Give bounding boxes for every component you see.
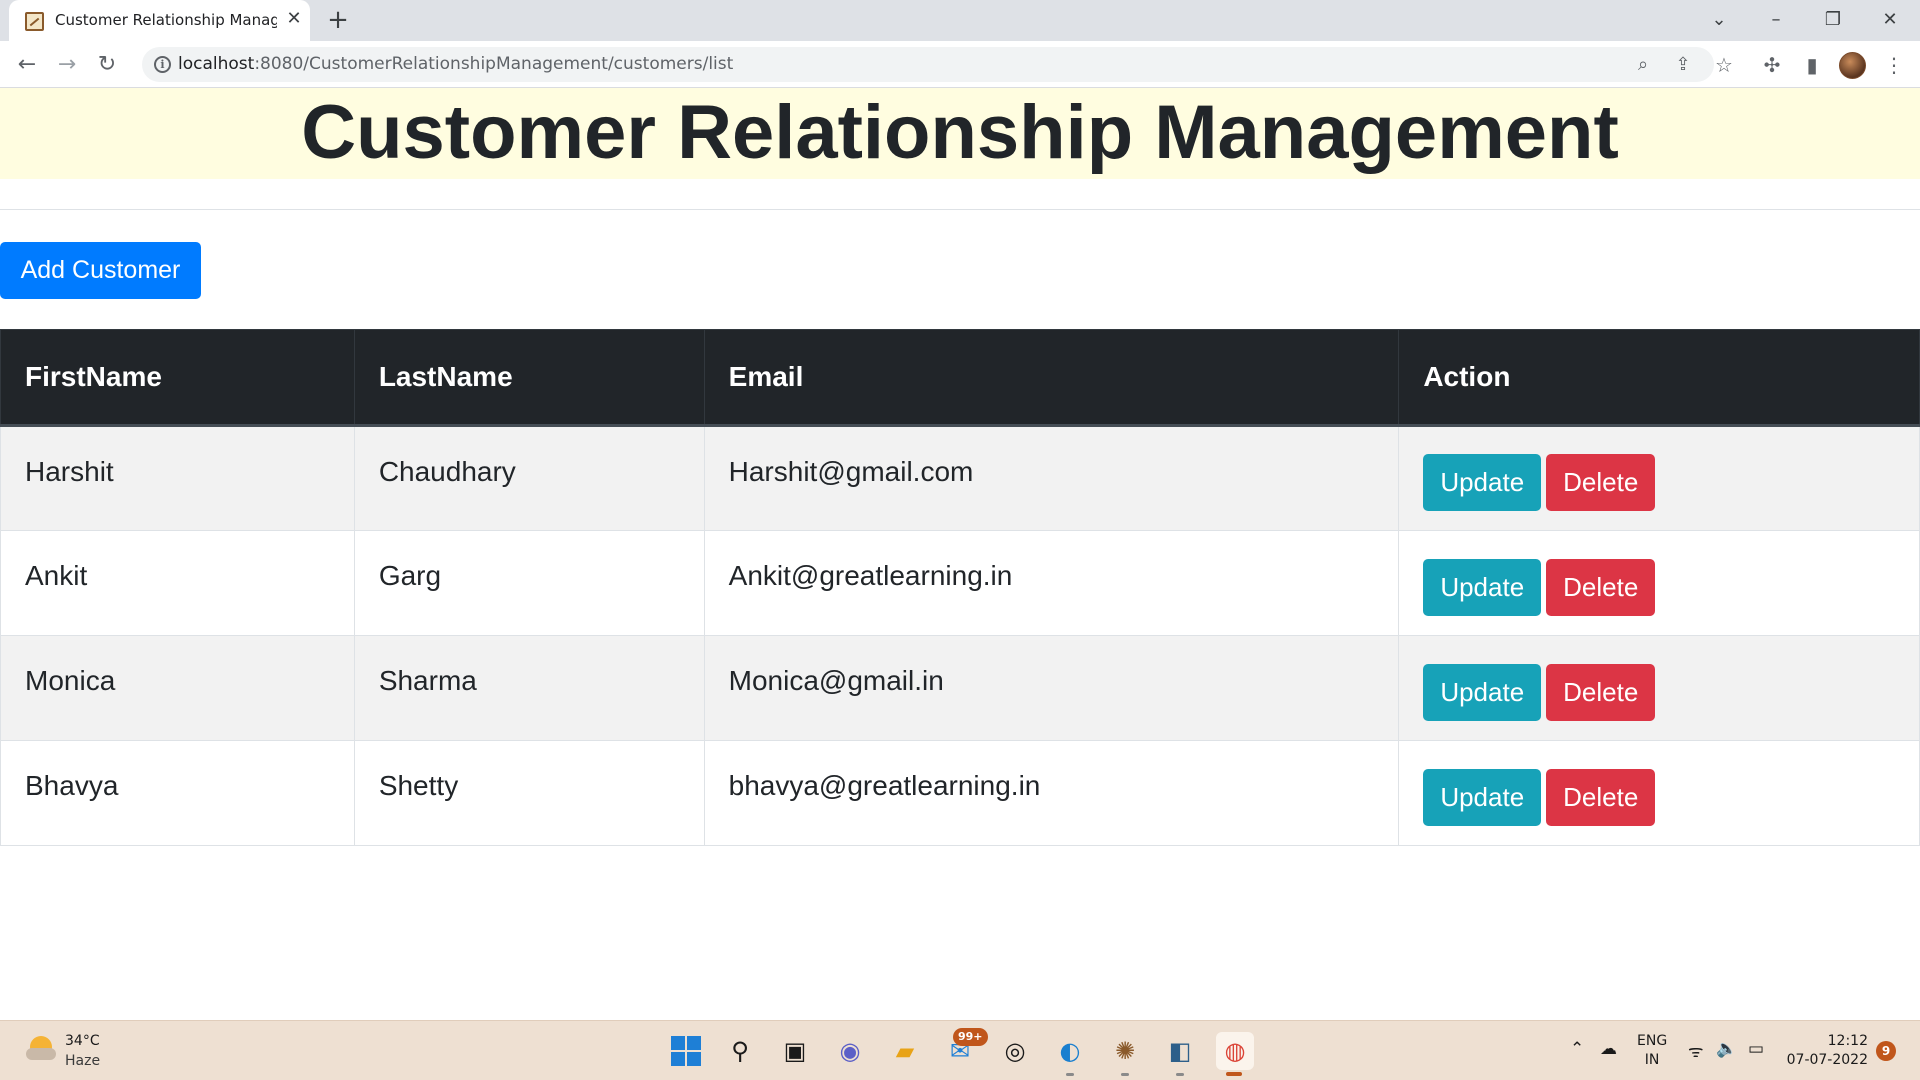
language-indicator[interactable]: ENG IN: [1637, 1032, 1667, 1070]
cell-actions: Update Delete: [1398, 635, 1920, 741]
restore-icon[interactable]: ❐: [1813, 4, 1853, 36]
cell-email: Ankit@greatlearning.in: [703, 530, 1400, 636]
file-explorer-icon[interactable]: ▰: [886, 1032, 924, 1070]
time: 12:12: [1827, 1033, 1868, 1049]
active-indicator: [1226, 1072, 1242, 1076]
cell-email: Harshit@gmail.com: [703, 425, 1400, 531]
language-code: ENG: [1637, 1033, 1668, 1049]
cell-email: Monica@gmail.in: [703, 635, 1400, 741]
reload-icon[interactable]: ↻: [91, 49, 123, 81]
update-button[interactable]: Update: [1423, 558, 1542, 616]
battery-icon[interactable]: ▭: [1748, 1039, 1764, 1059]
delete-button[interactable]: Delete: [1546, 663, 1656, 721]
avatar[interactable]: [1839, 52, 1866, 79]
chat-icon[interactable]: ◉: [831, 1032, 869, 1070]
edge-icon[interactable]: ◐: [1051, 1032, 1089, 1070]
date: 07-07-2022: [1786, 1052, 1868, 1068]
delete-button[interactable]: Delete: [1546, 768, 1656, 826]
side-panel-icon[interactable]: ▮: [1796, 49, 1828, 81]
cell-actions: Update Delete: [1398, 425, 1920, 531]
forward-icon[interactable]: →: [51, 49, 83, 81]
cell-firstname: Bhavya: [0, 740, 355, 846]
onedrive-icon[interactable]: ☁: [1600, 1039, 1617, 1059]
address-bar[interactable]: i localhost:8080/CustomerRelationshipMan…: [142, 47, 1714, 82]
running-indicator: [1121, 1073, 1129, 1076]
mail-badge: 99+: [953, 1028, 988, 1046]
browser-tab[interactable]: Customer Relationship Management ✕: [9, 0, 310, 42]
dell-icon[interactable]: ◎: [996, 1032, 1034, 1070]
extensions-icon[interactable]: ✣: [1756, 49, 1788, 81]
chrome-icon[interactable]: ◍: [1216, 1032, 1254, 1070]
running-indicator: [1066, 1073, 1074, 1076]
close-tab-icon[interactable]: ✕: [283, 8, 305, 30]
column-header-email: Email: [703, 329, 1400, 427]
column-header-action: Action: [1398, 329, 1920, 427]
star-icon[interactable]: ☆: [1708, 49, 1740, 81]
region-code: IN: [1644, 1052, 1660, 1068]
cell-lastname: Garg: [353, 530, 705, 636]
cell-actions: Update Delete: [1398, 740, 1920, 846]
zoom-icon[interactable]: ⌕: [1630, 52, 1656, 78]
chevron-down-icon[interactable]: ⌄: [1699, 4, 1739, 36]
share-icon-spacer: [1670, 52, 1696, 78]
cell-lastname: Shetty: [353, 740, 705, 846]
divider: [0, 209, 1920, 210]
clock[interactable]: 12:12 07-07-2022: [1786, 1032, 1868, 1070]
task-view-icon[interactable]: ▣: [776, 1032, 814, 1070]
cell-email: bhavya@greatlearning.in: [703, 740, 1400, 846]
cell-firstname: Harshit: [0, 425, 355, 531]
column-header-firstname: FirstName: [0, 329, 355, 427]
weather-temperature[interactable]: 34°C: [65, 1033, 100, 1049]
weather-condition[interactable]: Haze: [65, 1053, 100, 1069]
tab-strip: Customer Relationship Management ✕ + ⌄ –…: [0, 0, 1920, 42]
url-path: :8080/CustomerRelationshipManagement/cus…: [254, 54, 734, 74]
table-row: Ankit Garg Ankit@greatlearning.in Update…: [0, 530, 1920, 636]
running-indicator: [1176, 1073, 1184, 1076]
page-content: Customer Relationship Management Add Cus…: [0, 88, 1920, 1020]
browser-toolbar: ← → ↻ i localhost:8080/CustomerRelations…: [0, 41, 1920, 88]
cell-lastname: Chaudhary: [353, 425, 705, 531]
url-text[interactable]: localhost:8080/CustomerRelationshipManag…: [178, 54, 733, 74]
wifi-icon[interactable]: ᯤ: [1688, 1039, 1704, 1062]
update-button[interactable]: Update: [1423, 454, 1542, 511]
url-host: localhost: [178, 54, 255, 74]
column-header-lastname: LastName: [353, 329, 705, 427]
update-button[interactable]: Update: [1423, 663, 1542, 721]
table-header-row: FirstName LastName Email Action: [0, 329, 1920, 427]
update-button[interactable]: Update: [1423, 768, 1542, 826]
minimize-icon[interactable]: –: [1756, 4, 1796, 36]
table-row: Harshit Chaudhary Harshit@gmail.com Upda…: [0, 425, 1920, 531]
taskbar: 34°C Haze ⚲ ▣ ◉ ▰ ✉ 99+ ◎ ◐ ✺ ◧ ◍ ⌃ ☁ EN…: [0, 1020, 1920, 1080]
ide-icon[interactable]: ◧: [1161, 1032, 1199, 1070]
notification-badge[interactable]: 9: [1876, 1041, 1896, 1061]
tab-title: Customer Relationship Management: [55, 11, 277, 29]
cell-firstname: Monica: [0, 635, 355, 741]
table-row: Bhavya Shetty bhavya@greatlearning.in Up…: [0, 740, 1920, 846]
search-icon[interactable]: ⚲: [721, 1032, 759, 1070]
favicon-icon: [25, 12, 44, 31]
volume-icon[interactable]: 🔈: [1716, 1039, 1737, 1059]
cell-actions: Update Delete: [1398, 530, 1920, 636]
menu-icon[interactable]: ⋮: [1878, 49, 1910, 81]
weather-icon[interactable]: [26, 1036, 56, 1060]
app-icon[interactable]: ✺: [1106, 1032, 1144, 1070]
new-tab-icon[interactable]: +: [324, 6, 352, 34]
delete-button[interactable]: Delete: [1546, 558, 1656, 616]
customers-table: FirstName LastName Email Action Harshit …: [0, 329, 1920, 846]
page-title: Customer Relationship Management: [301, 90, 1619, 175]
back-icon[interactable]: ←: [11, 49, 43, 81]
delete-button[interactable]: Delete: [1546, 454, 1656, 511]
cell-lastname: Sharma: [353, 635, 705, 741]
cell-firstname: Ankit: [0, 530, 355, 636]
start-icon[interactable]: [671, 1036, 701, 1066]
add-customer-button[interactable]: Add Customer: [0, 242, 201, 299]
close-window-icon[interactable]: ✕: [1870, 4, 1910, 36]
table-row: Monica Sharma Monica@gmail.in Update Dele…: [0, 635, 1920, 741]
info-icon[interactable]: i: [154, 56, 171, 73]
chevron-up-icon[interactable]: ⌃: [1570, 1039, 1584, 1059]
